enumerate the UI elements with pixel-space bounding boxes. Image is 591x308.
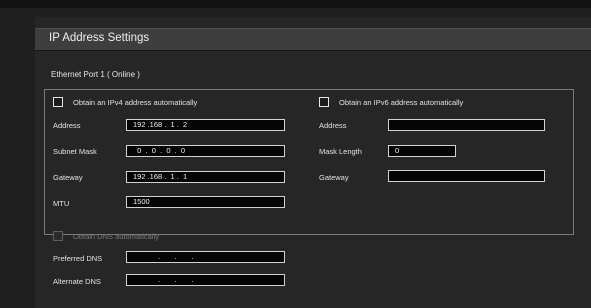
ipv6-mask-length-label: Mask Length [319,147,362,156]
ipv6-gateway-label: Gateway [319,173,349,182]
ipv4-auto-checkbox[interactable] [53,97,63,107]
ipv6-mask-length-field[interactable]: 0 [388,145,456,157]
ipv6-auto-checkbox[interactable] [319,97,329,107]
top-bar [0,0,591,8]
ipv4-gateway-field[interactable]: 192 .168 . 1 . 1 [126,171,285,183]
ipv4-address-label: Address [53,121,81,130]
ipv4-subnet-field[interactable]: 0 . 0 . 0 . 0 [126,145,285,157]
ethernet-port-label: Ethernet Port 1 ( Online ) [51,70,140,79]
dns-auto-checkbox[interactable] [53,231,63,241]
ipv4-auto-label: Obtain an IPv4 address automatically [73,98,198,107]
panel-title: IP Address Settings [49,32,150,44]
alternate-dns-label: Alternate DNS [53,277,101,286]
ipv6-address-label: Address [319,121,347,130]
ipv6-gateway-field[interactable] [388,170,545,182]
ipv6-auto-label: Obtain an IPv6 address automatically [339,98,464,107]
alternate-dns-field[interactable]: . . . [126,274,285,286]
preferred-dns-label: Preferred DNS [53,254,103,263]
ipv6-address-field[interactable] [388,119,545,131]
ip-settings-panel: IP Address Settings Ethernet Port 1 ( On… [35,17,591,308]
ip-config-group [44,89,574,235]
preferred-dns-field[interactable]: . . . [126,251,285,263]
ipv4-address-field[interactable]: 192 .168 . 1 . 2 [126,119,285,131]
mtu-label: MTU [53,199,70,208]
dns-auto-label: Obtain DNS automatically [73,232,159,241]
panel-header: IP Address Settings [35,28,591,51]
ipv4-gateway-label: Gateway [53,173,83,182]
ipv4-subnet-label: Subnet Mask [53,147,97,156]
mtu-field[interactable]: 1500 [126,196,285,208]
